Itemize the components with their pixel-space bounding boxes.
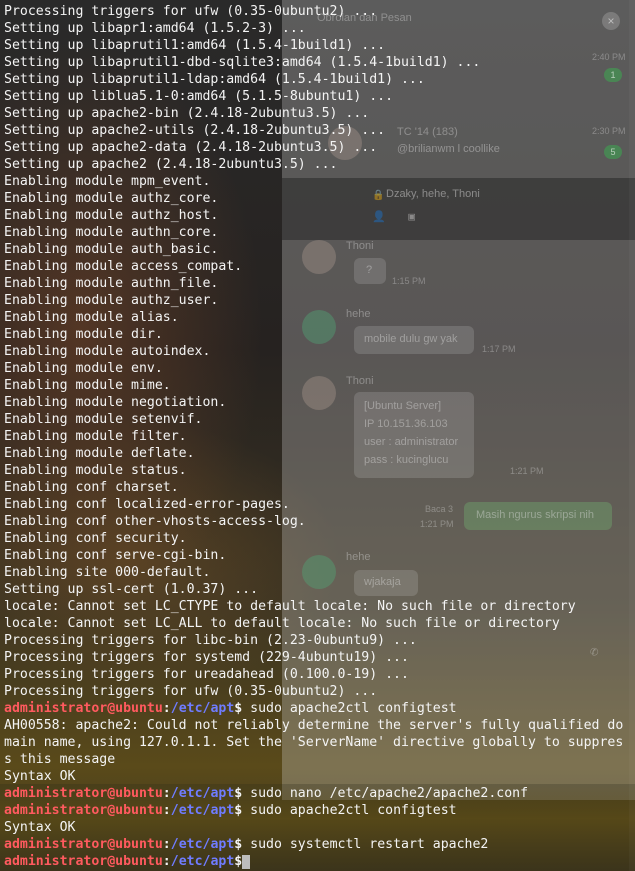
- terminal-output: Processing triggers for ufw (0.35-0ubunt…: [4, 3, 629, 870]
- terminal-output-line: Setting up libaprutil1-ldap:amd64 (1.5.4…: [4, 72, 425, 87]
- terminal-output-line: Processing triggers for libc-bin (2.23-0…: [4, 633, 417, 648]
- prompt-user: administrator@ubuntu: [4, 803, 163, 818]
- terminal-output-line: Enabling conf serve-cgi-bin.: [4, 548, 227, 563]
- terminal-output-line: main name, using 127.0.1.1. Set the 'Ser…: [4, 735, 624, 750]
- terminal-output-line: Enabling module authz_host.: [4, 208, 219, 223]
- terminal-output-line: Syntax OK: [4, 769, 76, 784]
- terminal-output-line: Enabling conf charset.: [4, 480, 179, 495]
- terminal-output-line: Enabling module mime.: [4, 378, 171, 393]
- terminal-output-line: Enabling module mpm_event.: [4, 174, 211, 189]
- prompt-colon: :: [162, 854, 171, 869]
- prompt-dollar: $: [234, 701, 243, 716]
- prompt-colon: :: [162, 786, 171, 801]
- prompt-user: administrator@ubuntu: [4, 786, 163, 801]
- terminal-output-line: Enabling module autoindex.: [4, 344, 211, 359]
- terminal-output-line: Enabling conf localized-error-pages.: [4, 497, 290, 512]
- terminal-output-line: Setting up apache2-data (2.4.18-2ubuntu3…: [4, 140, 378, 155]
- terminal-output-line: Enabling module authz_user.: [4, 293, 219, 308]
- terminal-output-line: Setting up apache2-utils (2.4.18-2ubuntu…: [4, 123, 386, 138]
- terminal-prompt-line: administrator@ubuntu:/etc/apt $: [4, 853, 629, 870]
- terminal-output-line: Enabling conf security.: [4, 531, 187, 546]
- terminal-output-line: Syntax OK: [4, 820, 76, 835]
- terminal-output-line: Enabling conf other-vhosts-access-log.: [4, 514, 306, 529]
- terminal-output-line: Setting up ssl-cert (1.0.37) ...: [4, 582, 259, 597]
- terminal-output-line: locale: Cannot set LC_ALL to default loc…: [4, 616, 560, 631]
- terminal-prompt-line: administrator@ubuntu:/etc/apt $ sudo nano…: [4, 785, 629, 802]
- terminal-output-line: Enabling module negotiation.: [4, 395, 227, 410]
- terminal-output-line: Processing triggers for systemd (229-4ub…: [4, 650, 409, 665]
- prompt-path: /etc/apt: [170, 854, 235, 869]
- terminal-output-line: Setting up libapr1:amd64 (1.5.2-3) ...: [4, 21, 306, 36]
- terminal-output-line: Enabling module dir.: [4, 327, 163, 342]
- terminal-prompt-line: administrator@ubuntu:/etc/apt $ sudo apac…: [4, 700, 629, 717]
- prompt-command: sudo nano /etc/apache2/apache2.conf: [242, 786, 529, 801]
- prompt-dollar: $: [234, 803, 243, 818]
- prompt-dollar: $: [234, 837, 243, 852]
- terminal-prompt-line: administrator@ubuntu:/etc/apt $ sudo syst…: [4, 836, 629, 853]
- terminal-output-line: Enabling module auth_basic.: [4, 242, 219, 257]
- terminal-output-line: locale: Cannot set LC_CTYPE to default l…: [4, 599, 576, 614]
- terminal-output-line: Processing triggers for ufw (0.35-0ubunt…: [4, 684, 378, 699]
- prompt-path: /etc/apt: [170, 701, 235, 716]
- terminal-output-line: Setting up apache2-bin (2.4.18-2ubuntu3.…: [4, 106, 370, 121]
- terminal-output-line: AH00558: apache2: Could not reliably det…: [4, 718, 624, 733]
- prompt-command: sudo systemctl restart apache2: [242, 837, 489, 852]
- prompt-user: administrator@ubuntu: [4, 837, 163, 852]
- terminal-output-line: s this message: [4, 752, 116, 767]
- terminal-output-line: Processing triggers for ureadahead (0.10…: [4, 667, 409, 682]
- terminal-window[interactable]: Processing triggers for ufw (0.35-0ubunt…: [0, 0, 635, 871]
- prompt-colon: :: [162, 701, 171, 716]
- terminal-output-line: Enabling module authz_core.: [4, 191, 219, 206]
- prompt-dollar: $: [234, 854, 243, 869]
- terminal-output-line: Enabling module setenvif.: [4, 412, 203, 427]
- terminal-output-line: Enabling module env.: [4, 361, 163, 376]
- terminal-output-line: Enabling module authn_file.: [4, 276, 219, 291]
- prompt-path: /etc/apt: [170, 786, 235, 801]
- terminal-output-line: Setting up libaprutil1:amd64 (1.5.4-1bui…: [4, 38, 386, 53]
- prompt-command: sudo apache2ctl configtest: [242, 803, 457, 818]
- terminal-output-line: Setting up libaprutil1-dbd-sqlite3:amd64…: [4, 55, 481, 70]
- terminal-cursor[interactable]: [242, 855, 251, 869]
- prompt-colon: :: [162, 837, 171, 852]
- terminal-prompt-line: administrator@ubuntu:/etc/apt $ sudo apac…: [4, 802, 629, 819]
- prompt-colon: :: [162, 803, 171, 818]
- terminal-output-line: Enabling module access_compat.: [4, 259, 243, 274]
- terminal-output-line: Processing triggers for ufw (0.35-0ubunt…: [4, 4, 378, 19]
- terminal-output-line: Enabling module alias.: [4, 310, 179, 325]
- prompt-dollar: $: [234, 786, 243, 801]
- terminal-output-line: Setting up apache2 (2.4.18-2ubuntu3.5) .…: [4, 157, 338, 172]
- terminal-output-line: Enabling module deflate.: [4, 446, 195, 461]
- prompt-path: /etc/apt: [170, 837, 235, 852]
- prompt-command: sudo apache2ctl configtest: [242, 701, 457, 716]
- terminal-output-line: Enabling module status.: [4, 463, 187, 478]
- terminal-output-line: Enabling module filter.: [4, 429, 187, 444]
- terminal-output-line: Setting up liblua5.1-0:amd64 (5.1.5-8ubu…: [4, 89, 394, 104]
- terminal-output-line: Enabling module authn_core.: [4, 225, 219, 240]
- prompt-user: administrator@ubuntu: [4, 701, 163, 716]
- terminal-output-line: Enabling site 000-default.: [4, 565, 211, 580]
- prompt-user: administrator@ubuntu: [4, 854, 163, 869]
- prompt-path: /etc/apt: [170, 803, 235, 818]
- terminal-scrollbar[interactable]: [629, 0, 635, 871]
